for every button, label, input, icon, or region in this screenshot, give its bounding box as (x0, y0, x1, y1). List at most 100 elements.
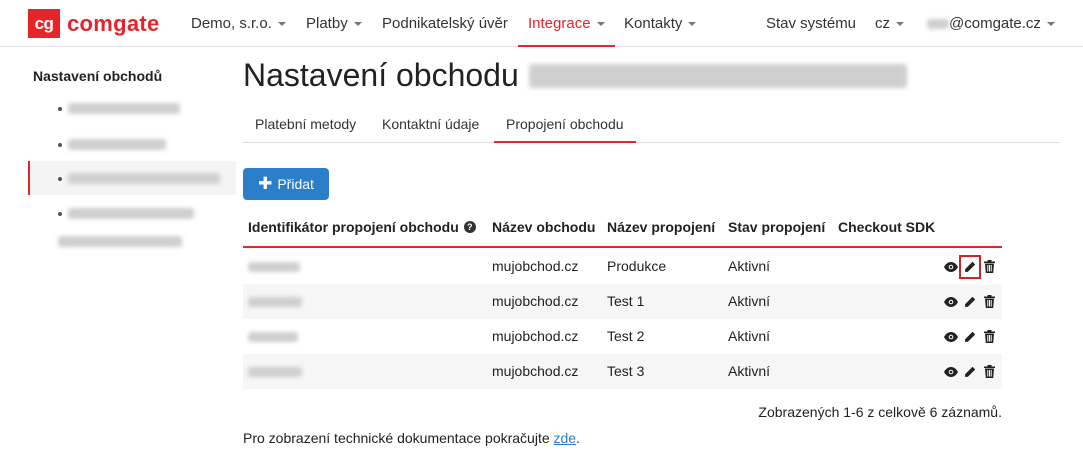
tab-payment-methods[interactable]: Platební metody (243, 105, 368, 143)
cell-connection-id (243, 284, 302, 319)
top-navbar: cg comgate Demo, s.r.o. Platby Podnikate… (0, 0, 1083, 47)
nav-company[interactable]: Demo, s.r.o. (191, 0, 286, 47)
chevron-down-icon (277, 22, 286, 27)
nav-language[interactable]: cz (875, 0, 904, 47)
pencil-icon[interactable] (962, 293, 978, 311)
documentation-note: Pro zobrazení technické dokumentace pokr… (243, 430, 580, 446)
comgate-logo[interactable]: cg comgate (28, 9, 160, 38)
redacted-shop-name (68, 173, 220, 184)
nav-platby[interactable]: Platby (306, 0, 362, 47)
col-header-connection-id-label: Identifikátor propojení obchodu (248, 219, 459, 235)
cell-connection-id (243, 354, 302, 389)
pencil-icon[interactable] (962, 328, 978, 346)
trash-icon[interactable] (981, 293, 997, 311)
sidebar-active-indicator (28, 161, 30, 195)
nav-kontakty[interactable]: Kontakty (624, 0, 697, 47)
sidebar-item-shop-3[interactable] (58, 173, 220, 184)
nav-platby-label: Platby (306, 15, 348, 32)
col-header-connection-id: Identifikátor propojení obchodu ? (248, 219, 476, 235)
nav-language-label: cz (875, 15, 890, 32)
record-count: Zobrazených 1-6 z celkově 6 záznamů. (758, 404, 1002, 420)
chevron-down-icon (688, 22, 697, 27)
documentation-note-text: Pro zobrazení technické dokumentace pokr… (243, 430, 554, 446)
redacted-id (248, 297, 302, 308)
col-header-connection-status: Stav propojení (728, 219, 826, 235)
table-header-divider (243, 246, 1002, 248)
tab-contact-info[interactable]: Kontaktní údaje (370, 105, 491, 143)
nav-system-status[interactable]: Stav systému (766, 0, 856, 47)
cell-connection-status: Aktivní (728, 293, 771, 309)
sidebar-item-shop-4-line-2 (58, 236, 182, 247)
row-actions (943, 319, 997, 354)
redacted-shop-name (68, 103, 180, 114)
cell-connection-status: Aktivní (728, 363, 771, 379)
bullet (58, 211, 62, 216)
add-button-label: Přidat (277, 176, 314, 192)
sidebar-item-shop-1[interactable] (58, 103, 180, 114)
eye-icon[interactable] (943, 363, 959, 381)
cell-connection-name: Produkce (607, 258, 667, 274)
settings-tabs: Platební metody Kontaktní údaje Propojen… (243, 105, 1060, 143)
cell-connection-status: Aktivní (728, 258, 771, 274)
cell-shop-name: mujobchod.cz (492, 293, 579, 309)
nav-uver[interactable]: Podnikatelský úvěr (382, 0, 508, 47)
cell-connection-id (243, 319, 298, 354)
pencil-icon[interactable] (962, 363, 978, 381)
cell-connection-name: Test 1 (607, 293, 645, 309)
sidebar-item-shop-4[interactable] (58, 208, 194, 219)
col-header-checkout-sdk: Checkout SDK (838, 219, 936, 235)
cell-connection-id (243, 249, 300, 284)
row-actions (943, 284, 997, 319)
tab-shop-connection[interactable]: Propojení obchodu (494, 105, 636, 143)
eye-icon[interactable] (943, 258, 959, 276)
pencil-icon[interactable] (959, 254, 981, 279)
nav-integrace[interactable]: Integrace (518, 0, 615, 47)
chevron-down-icon (896, 22, 904, 27)
nav-account-label: @comgate.cz (949, 15, 1041, 32)
eye-icon[interactable] (943, 293, 959, 311)
chevron-down-icon (596, 22, 605, 27)
nav-account[interactable]: @comgate.cz (927, 0, 1055, 47)
table-row: mujobchod.cz Test 2 Aktivní (243, 319, 1002, 354)
cell-connection-status: Aktivní (728, 328, 771, 344)
sidebar-item-shop-2[interactable] (58, 139, 166, 150)
redacted-shop-name (58, 236, 182, 247)
col-header-connection-name: Název propojení (607, 219, 716, 235)
redacted-shop-domain (528, 63, 907, 88)
page-title-text: Nastavení obchodu (243, 57, 519, 93)
cell-shop-name: mujobchod.cz (492, 363, 579, 379)
add-connection-button[interactable]: ✚ Přidat (243, 168, 329, 200)
documentation-note-suffix: . (576, 430, 580, 446)
sidebar-heading: Nastavení obchodů (33, 68, 163, 84)
cell-connection-name: Test 2 (607, 328, 645, 344)
nav-company-label: Demo, s.r.o. (191, 15, 272, 32)
nav-integrace-label: Integrace (528, 15, 591, 32)
redacted-shop-name (68, 139, 166, 150)
documentation-link[interactable]: zde (554, 430, 577, 446)
bullet (58, 106, 62, 111)
page-title: Nastavení obchodu (243, 57, 907, 94)
trash-icon[interactable] (981, 363, 997, 381)
trash-icon[interactable] (981, 328, 997, 346)
redacted-id (248, 332, 298, 343)
redacted-username (927, 19, 949, 30)
table-row: mujobchod.cz Produkce Aktivní (243, 249, 1002, 284)
chevron-down-icon (1046, 22, 1055, 27)
nav-kontakty-label: Kontakty (624, 15, 683, 32)
trash-icon[interactable] (981, 258, 997, 276)
row-actions (943, 249, 997, 284)
nav-system-status-label: Stav systému (766, 15, 857, 32)
question-circle-icon[interactable]: ? (463, 221, 476, 233)
eye-icon[interactable] (943, 328, 959, 346)
logo-mark: cg (28, 9, 60, 38)
col-header-shop-name: Název obchodu (492, 219, 596, 235)
cell-shop-name: mujobchod.cz (492, 258, 579, 274)
table-row: mujobchod.cz Test 3 Aktivní (243, 354, 1002, 389)
bullet (58, 142, 62, 147)
cell-connection-name: Test 3 (607, 363, 645, 379)
chevron-down-icon (353, 22, 362, 27)
redacted-id (248, 367, 302, 378)
redacted-shop-name (68, 208, 194, 219)
nav-uver-label: Podnikatelský úvěr (382, 15, 508, 32)
bullet (58, 176, 62, 181)
